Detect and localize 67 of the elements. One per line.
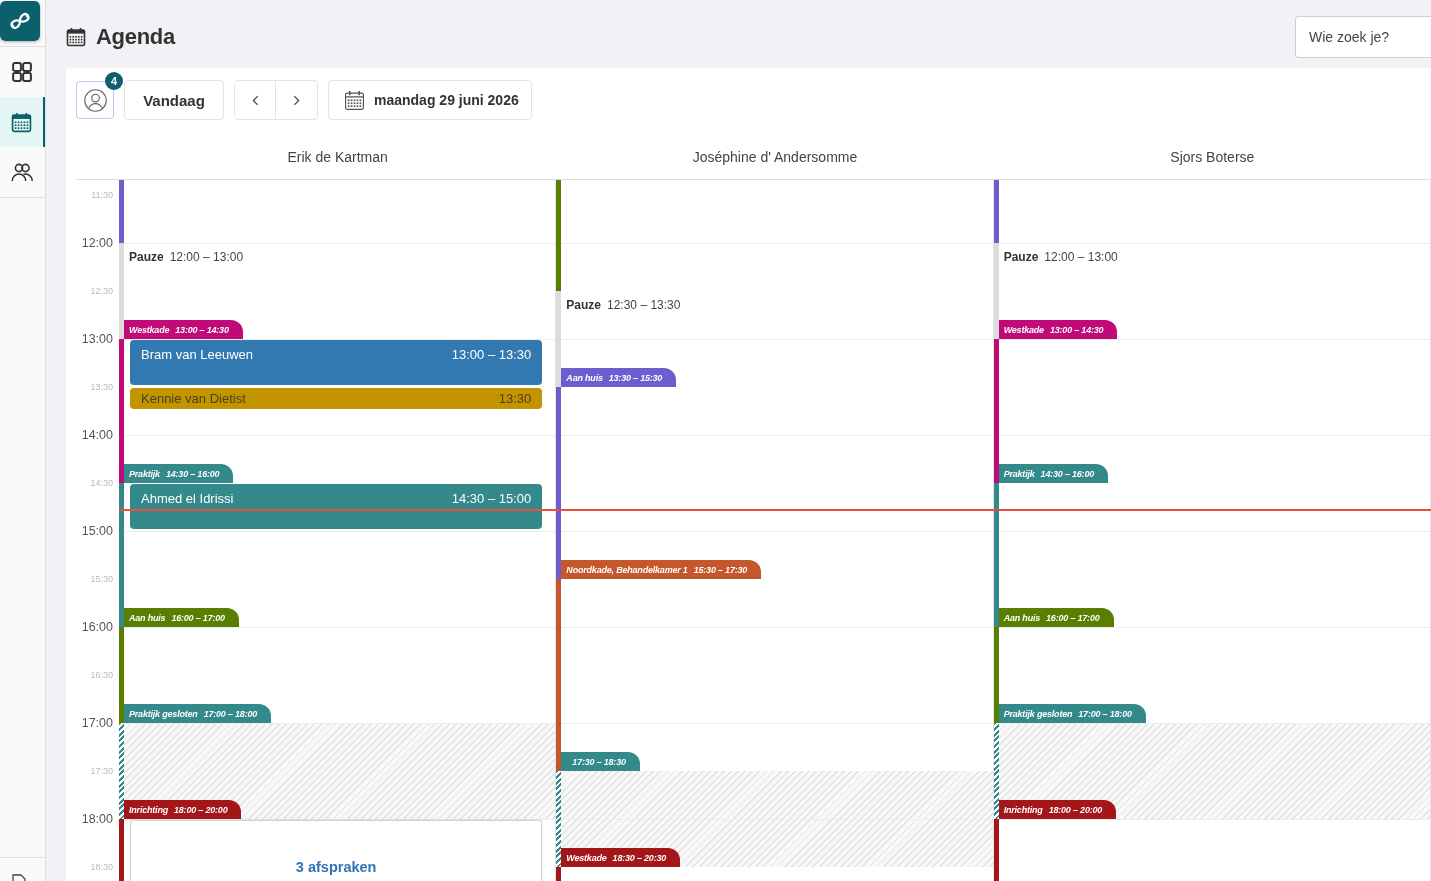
- time-label: 13:00: [81, 332, 113, 346]
- availability-tag: Praktijk gesloten 17:00 – 18:00: [124, 704, 272, 723]
- availability-tag: 17:30 – 18:30: [561, 752, 640, 771]
- time-label: 14:30: [90, 477, 113, 489]
- appointment-block[interactable]: Bram van Leeuwen 13:00 – 13:30: [130, 340, 543, 385]
- patient-name: Bram van Leeuwen: [141, 347, 253, 362]
- time-label: 14:00: [81, 428, 113, 442]
- break-label: Pauze: [566, 298, 601, 312]
- availability-tag: Praktijk 14:30 – 16:00: [124, 464, 234, 483]
- time-label: 18:30: [90, 861, 113, 873]
- availability-tag: Westkade 13:00 – 14:30: [124, 320, 243, 339]
- document-icon[interactable]: [12, 874, 28, 881]
- calendar-icon: [344, 89, 365, 111]
- availability-tag: Aan huis 16:00 – 17:00: [124, 608, 239, 627]
- time-label: 15:30: [90, 573, 113, 585]
- logo-icon[interactable]: [0, 1, 40, 41]
- availability-bar: [556, 867, 562, 881]
- date-picker-button[interactable]: maandag 29 juni 2026: [328, 80, 532, 120]
- time-label: 17:00: [81, 716, 113, 730]
- appointment-time: 13:30: [498, 391, 532, 406]
- appointment-block[interactable]: Kennie van Dietist 13:30: [130, 388, 543, 409]
- time-label: 16:00: [81, 620, 113, 634]
- people-icon: [10, 162, 33, 182]
- appointment-time: 14:30 – 15:00: [451, 491, 532, 506]
- search-field[interactable]: Wie zoek je?: [1295, 16, 1431, 58]
- break-time: 12:00 – 13:00: [1044, 250, 1118, 264]
- staff-name: Sjors Boterse: [1170, 148, 1255, 166]
- availability-tag: Inrichting 18:00 – 20:00: [998, 800, 1117, 819]
- availability-tag: Praktijk 14:30 – 16:00: [998, 464, 1109, 483]
- availability-bar: [993, 819, 999, 881]
- availability-bar: [119, 819, 124, 881]
- availability-tag: Aan huis 13:30 – 15:30: [561, 368, 677, 387]
- break-label: Pauze: [129, 250, 164, 264]
- page-title: Agenda: [96, 24, 175, 50]
- break-label: Pauze: [1003, 250, 1039, 264]
- availability-tag: Noordkade, Behandelkamer 1 15:30 – 17:30: [561, 560, 762, 579]
- time-label: 16:30: [90, 669, 113, 681]
- availability-tag: Inrichting 18:00 – 20:00: [124, 800, 242, 819]
- time-label: 17:30: [90, 765, 113, 777]
- grouped-appointments[interactable]: 3 afspraken: [130, 820, 543, 881]
- count-badge: 4: [105, 72, 123, 90]
- time-label: 11:30: [91, 189, 113, 201]
- staff-name: Erik de Kartman: [287, 148, 388, 166]
- staff-name: Joséphine d' Andersomme: [692, 148, 858, 166]
- availability-tag: Praktijk gesloten 17:00 – 18:00: [998, 704, 1146, 723]
- availability-tag: Aan huis 16:00 – 17:00: [998, 608, 1114, 627]
- chevron-left-icon: [251, 94, 259, 106]
- calendar-icon: [11, 111, 32, 133]
- calendar-icon: [66, 27, 86, 47]
- time-label: 18:00: [81, 812, 113, 826]
- grid-icon: [11, 62, 32, 82]
- today-button[interactable]: Vandaag: [124, 80, 224, 120]
- break-time: 12:30 – 13:30: [607, 298, 681, 312]
- patient-name: Ahmed el Idrissi: [141, 491, 234, 506]
- time-label: 13:30: [90, 381, 113, 393]
- availability-tag: Westkade 18:30 – 20:30: [561, 848, 681, 867]
- chevron-right-icon: [293, 94, 300, 106]
- time-label: 12:30: [90, 285, 113, 297]
- appointment-time: 13:00 – 13:30: [451, 347, 532, 362]
- sidebar-item[interactable]: [0, 97, 45, 147]
- time-label: 12:00: [81, 236, 113, 250]
- appointment-block[interactable]: Ahmed el Idrissi 14:30 – 15:00: [130, 484, 543, 529]
- user-icon: [83, 88, 107, 112]
- availability-tag: Westkade 13:00 – 14:30: [998, 320, 1118, 339]
- time-label: 15:00: [81, 524, 113, 538]
- break-time: 12:00 – 13:00: [169, 250, 244, 264]
- patient-name: Kennie van Dietist: [141, 391, 246, 406]
